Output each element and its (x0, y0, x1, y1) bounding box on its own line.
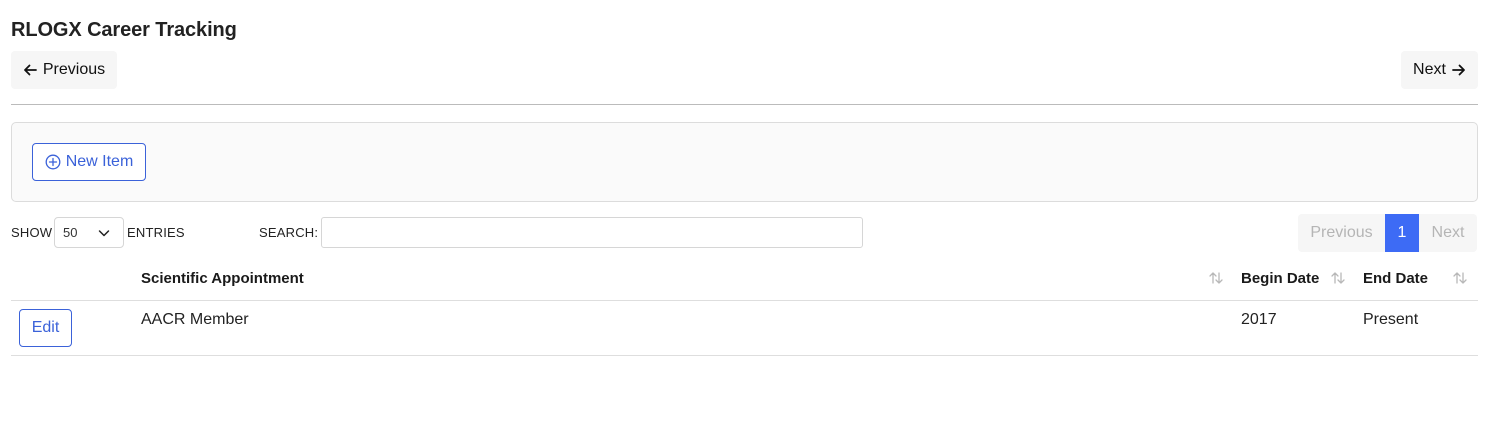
plus-circle-icon (45, 154, 61, 170)
search-input[interactable] (321, 217, 863, 248)
table-header-divider (11, 300, 1478, 301)
entries-label: ENTRIES (127, 225, 185, 240)
arrow-left-icon (23, 64, 37, 76)
search-label: SEARCH: (259, 225, 319, 240)
pagination-previous-button[interactable]: Previous (1298, 214, 1385, 252)
new-item-label: New Item (65, 153, 134, 170)
page-title: RLOGX Career Tracking (11, 19, 237, 41)
sort-arrows-icon[interactable] (1452, 270, 1468, 286)
pagination: Previous 1 Next (1298, 214, 1477, 252)
column-header-scientific-appointment[interactable]: Scientific Appointment (141, 270, 304, 287)
next-button-label: Next (1413, 61, 1446, 78)
pagination-next-button[interactable]: Next (1419, 214, 1477, 252)
new-item-button[interactable]: New Item (32, 143, 146, 181)
show-label: SHOW (11, 225, 53, 240)
pagination-page-1[interactable]: 1 (1385, 214, 1419, 252)
column-header-begin-date[interactable]: Begin Date (1241, 270, 1319, 287)
edit-button[interactable]: Edit (19, 309, 72, 347)
next-button[interactable]: Next (1401, 51, 1478, 89)
previous-button[interactable]: Previous (11, 51, 117, 89)
table-row-divider (11, 355, 1478, 356)
entries-select[interactable]: 50 (54, 217, 124, 248)
entries-select-value: 50 (63, 225, 78, 240)
cell-begin-date: 2017 (1241, 311, 1277, 328)
chevron-down-icon (98, 230, 110, 237)
sort-arrows-icon[interactable] (1330, 270, 1346, 286)
cell-end-date: Present (1363, 311, 1419, 328)
arrow-right-icon (1452, 64, 1465, 76)
cell-scientific-appointment: AACR Member (141, 311, 249, 328)
header-divider (11, 104, 1478, 105)
toolbar-panel: New Item (11, 122, 1478, 202)
column-header-end-date[interactable]: End Date (1363, 270, 1428, 287)
sort-arrows-icon[interactable] (1208, 270, 1224, 286)
previous-button-label: Previous (42, 61, 106, 78)
